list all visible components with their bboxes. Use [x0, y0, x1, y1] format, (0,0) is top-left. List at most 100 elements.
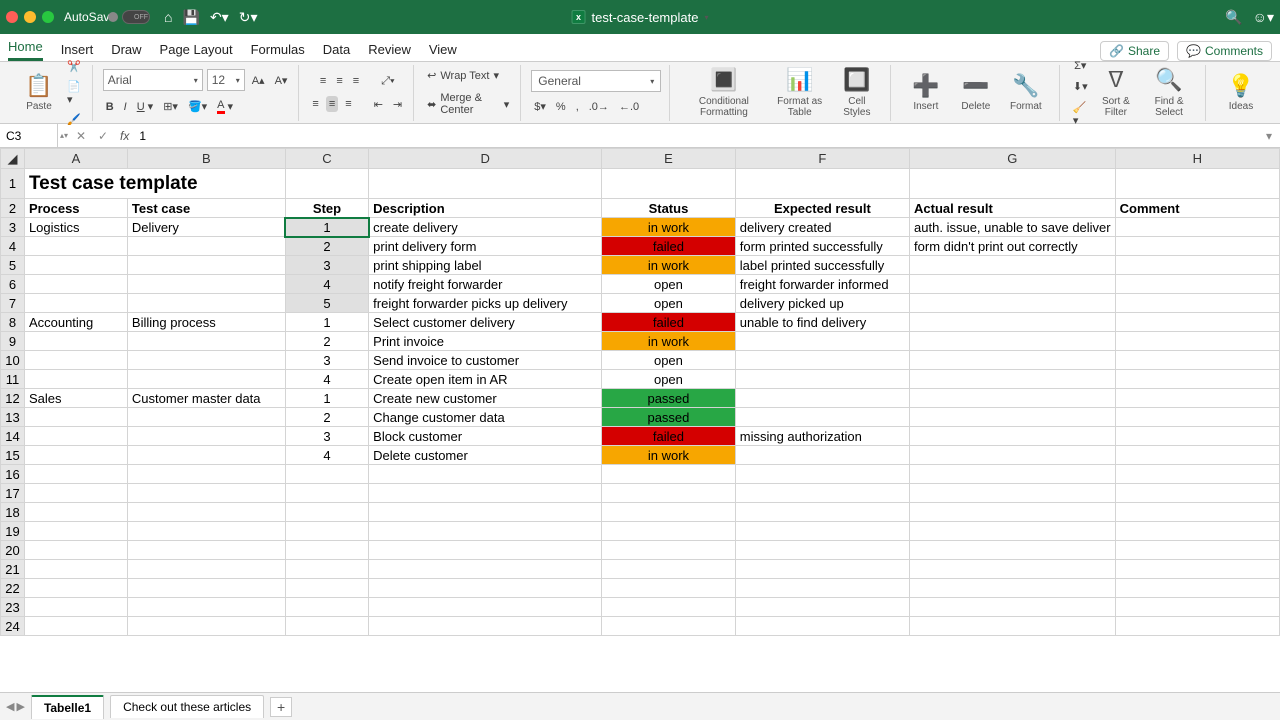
col-header-A[interactable]: A — [24, 149, 127, 169]
row-header-21[interactable]: 21 — [1, 560, 25, 579]
cell-status[interactable]: failed — [602, 237, 736, 256]
row-header-7[interactable]: 7 — [1, 294, 25, 313]
column-header[interactable]: Test case — [127, 199, 285, 218]
cell-testcase[interactable] — [127, 408, 285, 427]
cell-comment[interactable] — [1115, 294, 1279, 313]
cell-status[interactable]: in work — [602, 218, 736, 237]
decrease-font-icon[interactable]: A▾ — [272, 72, 291, 89]
cell[interactable] — [369, 465, 602, 484]
cell-description[interactable]: Block customer — [369, 427, 602, 446]
cell[interactable] — [602, 522, 736, 541]
cell[interactable] — [24, 541, 127, 560]
cell-description[interactable]: print shipping label — [369, 256, 602, 275]
cell-status[interactable]: failed — [602, 313, 736, 332]
row-header-13[interactable]: 13 — [1, 408, 25, 427]
cell[interactable] — [910, 169, 1116, 199]
tab-formulas[interactable]: Formulas — [251, 38, 305, 61]
cell-step[interactable]: 2 — [285, 237, 368, 256]
cell-testcase[interactable] — [127, 256, 285, 275]
cell-step[interactable]: 3 — [285, 427, 368, 446]
cell-step[interactable]: 1 — [285, 313, 368, 332]
cell-comment[interactable] — [1115, 427, 1279, 446]
col-header-G[interactable]: G — [910, 149, 1116, 169]
cell[interactable] — [369, 169, 602, 199]
cell[interactable] — [127, 617, 285, 636]
cell-step[interactable]: 2 — [285, 408, 368, 427]
cell-process[interactable] — [24, 408, 127, 427]
paste-button[interactable]: 📋 Paste — [14, 73, 64, 112]
cell-comment[interactable] — [1115, 446, 1279, 465]
cell-description[interactable]: print delivery form — [369, 237, 602, 256]
column-header[interactable]: Expected result — [735, 199, 909, 218]
row-header-4[interactable]: 4 — [1, 237, 25, 256]
column-header[interactable]: Step — [285, 199, 368, 218]
cell[interactable] — [285, 169, 368, 199]
cell[interactable] — [1115, 541, 1279, 560]
underline-button[interactable]: U▾ — [134, 98, 156, 115]
copy-icon[interactable]: 📄▾ — [64, 78, 84, 108]
cell-step[interactable]: 1 — [285, 218, 368, 237]
cell-step[interactable]: 1 — [285, 389, 368, 408]
cell[interactable] — [1115, 465, 1279, 484]
tab-page-layout[interactable]: Page Layout — [160, 38, 233, 61]
border-button[interactable]: ⊞▾ — [160, 98, 181, 115]
cell[interactable] — [24, 503, 127, 522]
select-all-cell[interactable]: ◢ — [1, 149, 25, 169]
chevron-down-icon[interactable]: ▾ — [704, 13, 708, 22]
cell[interactable] — [127, 465, 285, 484]
sheet-tab-1[interactable]: Tabelle1 — [31, 695, 104, 719]
cell[interactable] — [285, 503, 368, 522]
row-header-2[interactable]: 2 — [1, 199, 25, 218]
row-header-10[interactable]: 10 — [1, 351, 25, 370]
col-header-C[interactable]: C — [285, 149, 368, 169]
cell[interactable] — [735, 484, 909, 503]
tab-data[interactable]: Data — [323, 38, 350, 61]
increase-font-icon[interactable]: A▴ — [249, 72, 268, 89]
cell[interactable] — [735, 617, 909, 636]
sort-filter-button[interactable]: ᐁSort & Filter — [1091, 68, 1142, 118]
cut-icon[interactable]: ✂️ — [64, 58, 84, 75]
cell[interactable] — [1115, 579, 1279, 598]
row-header-14[interactable]: 14 — [1, 427, 25, 446]
cell-actual[interactable]: auth. issue, unable to save deliver — [910, 218, 1116, 237]
cell-actual[interactable] — [910, 351, 1116, 370]
column-header[interactable]: Description — [369, 199, 602, 218]
cell-step[interactable]: 4 — [285, 370, 368, 389]
cell-testcase[interactable] — [127, 427, 285, 446]
add-sheet-button[interactable]: + — [270, 697, 292, 717]
cell[interactable] — [735, 522, 909, 541]
cell-expected[interactable] — [735, 351, 909, 370]
cell-testcase[interactable]: Customer master data — [127, 389, 285, 408]
home-icon[interactable]: ⌂ — [164, 9, 172, 26]
cell[interactable] — [285, 579, 368, 598]
tab-home[interactable]: Home — [8, 35, 43, 61]
cell-expected[interactable] — [735, 370, 909, 389]
row-header-1[interactable]: 1 — [1, 169, 25, 199]
cell-comment[interactable] — [1115, 275, 1279, 294]
cell-expected[interactable] — [735, 389, 909, 408]
find-select-button[interactable]: 🔍Find & Select — [1141, 68, 1197, 118]
cell-comment[interactable] — [1115, 351, 1279, 370]
cell[interactable] — [1115, 560, 1279, 579]
cell[interactable] — [24, 617, 127, 636]
cell-expected[interactable]: delivery picked up — [735, 294, 909, 313]
cell-process[interactable] — [24, 427, 127, 446]
cell[interactable] — [910, 465, 1116, 484]
cell-process[interactable] — [24, 237, 127, 256]
cell-comment[interactable] — [1115, 389, 1279, 408]
column-header[interactable]: Actual result — [910, 199, 1116, 218]
cell[interactable] — [369, 484, 602, 503]
cell-description[interactable]: Change customer data — [369, 408, 602, 427]
row-header-5[interactable]: 5 — [1, 256, 25, 275]
increase-indent-icon[interactable]: ⇥ — [390, 96, 405, 113]
row-header-17[interactable]: 17 — [1, 484, 25, 503]
row-header-12[interactable]: 12 — [1, 389, 25, 408]
cell-status[interactable]: passed — [602, 408, 736, 427]
cell-expected[interactable]: form printed successfully — [735, 237, 909, 256]
font-select[interactable]: Arial▾ — [103, 69, 203, 91]
tab-view[interactable]: View — [429, 38, 457, 61]
cell[interactable] — [285, 560, 368, 579]
cell[interactable] — [1115, 617, 1279, 636]
format-cells-button[interactable]: 🔧Format — [1001, 73, 1051, 112]
column-header[interactable]: Comment — [1115, 199, 1279, 218]
